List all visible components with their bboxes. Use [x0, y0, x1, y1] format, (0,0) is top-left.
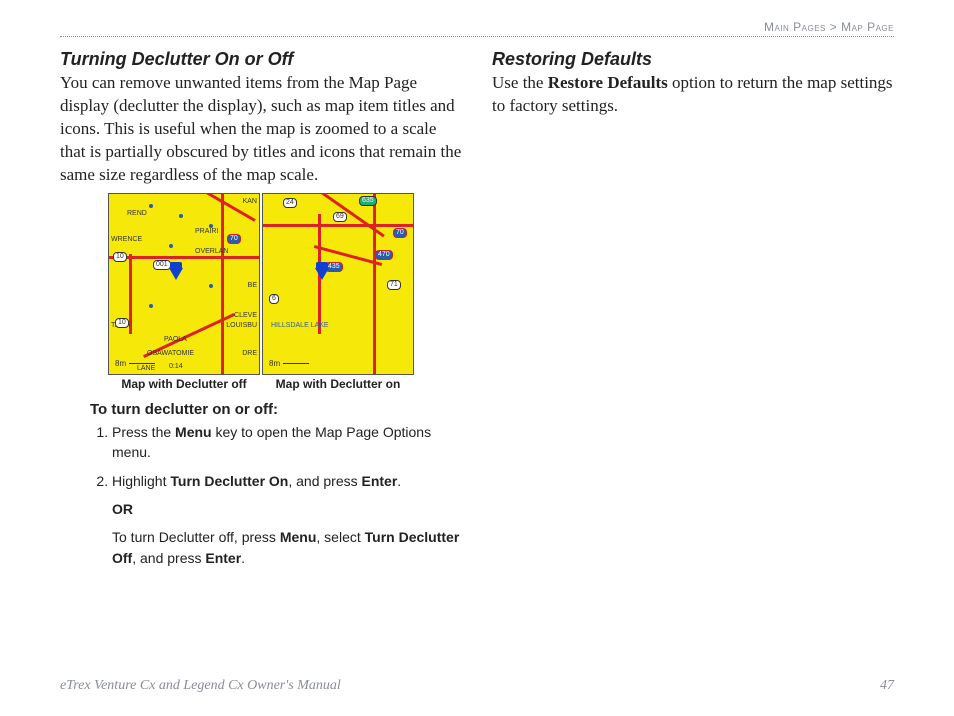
map-declutter-on: 24 635 69 70 435 470 71 6 HILLSDALE LAKE…: [263, 193, 413, 391]
map-label: OSAWATOMIE: [147, 350, 194, 357]
header-rule: [60, 36, 894, 37]
route-shield-icon: 24: [283, 198, 297, 208]
map-label: PRAIRI: [195, 228, 218, 235]
route-shield-icon: 70: [227, 234, 241, 244]
heading-restoring: Restoring Defaults: [492, 49, 894, 70]
route-shield-icon: 470: [375, 250, 393, 260]
map-label: BE: [248, 282, 257, 289]
map-scale: 8m: [115, 359, 155, 368]
map-on-caption: Map with Declutter on: [276, 377, 401, 391]
manual-page: Main Pages > Map Page Turning Declutter …: [0, 0, 954, 716]
step-2: Highlight Turn Declutter On, and press E…: [112, 471, 462, 568]
map-time: 0:14: [169, 363, 183, 370]
route-shield-icon: 10: [113, 252, 127, 262]
map-label: DRE: [242, 350, 257, 357]
map-label: WRENCE: [111, 236, 142, 243]
step-2-alt: To turn Declutter off, press Menu, selec…: [112, 527, 462, 568]
route-shield-icon: 69: [333, 212, 347, 222]
step-or: OR: [112, 499, 462, 519]
steps-heading: To turn declutter on or off:: [90, 401, 462, 418]
position-marker-icon: [315, 268, 329, 280]
map-label: OVERLAN: [195, 248, 228, 255]
route-shield-icon: 6: [269, 294, 279, 304]
map-declutter-off: KAN REND WRENCE PRAIRI OVERLAN BE CLEVE …: [109, 193, 259, 391]
route-shield-icon: 10: [115, 318, 129, 328]
map-off-image: KAN REND WRENCE PRAIRI OVERLAN BE CLEVE …: [108, 193, 260, 375]
footer-page-number: 47: [880, 678, 894, 694]
position-marker-icon: [169, 268, 183, 280]
map-label: REND: [127, 210, 147, 217]
footer-title: eTrex Venture Cx and Legend Cx Owner's M…: [60, 678, 341, 694]
map-label: CLEVE: [234, 312, 257, 319]
page-footer: eTrex Venture Cx and Legend Cx Owner's M…: [60, 678, 894, 694]
breadcrumb: Main Pages > Map Page: [60, 20, 894, 34]
left-column: Turning Declutter On or Off You can remo…: [60, 49, 462, 576]
lake-label: HILLSDALE LAKE: [271, 322, 329, 329]
map-figure-row: KAN REND WRENCE PRAIRI OVERLAN BE CLEVE …: [60, 193, 462, 391]
map-scale: 8m: [269, 359, 309, 368]
breadcrumb-sep: >: [830, 20, 838, 34]
map-on-image: 24 635 69 70 435 470 71 6 HILLSDALE LAKE…: [262, 193, 414, 375]
right-column: Restoring Defaults Use the Restore Defau…: [492, 49, 894, 576]
step-1: Press the Menu key to open the Map Page …: [112, 422, 462, 463]
content-columns: Turning Declutter On or Off You can remo…: [60, 49, 894, 576]
heading-declutter: Turning Declutter On or Off: [60, 49, 462, 70]
breadcrumb-page: Map Page: [841, 20, 894, 34]
map-off-caption: Map with Declutter off: [121, 377, 246, 391]
restoring-paragraph: Use the Restore Defaults option to retur…: [492, 72, 894, 118]
map-label: KAN: [243, 198, 257, 205]
map-label: PAOLA: [164, 336, 187, 343]
route-shield-icon: 71: [387, 280, 401, 290]
breadcrumb-section: Main Pages: [764, 20, 826, 34]
steps-list: Press the Menu key to open the Map Page …: [90, 422, 462, 568]
map-label: LOUISBU: [226, 322, 257, 329]
route-shield-icon: 70: [393, 228, 407, 238]
intro-paragraph: You can remove unwanted items from the M…: [60, 72, 462, 187]
route-shield-icon: 635: [359, 196, 377, 206]
